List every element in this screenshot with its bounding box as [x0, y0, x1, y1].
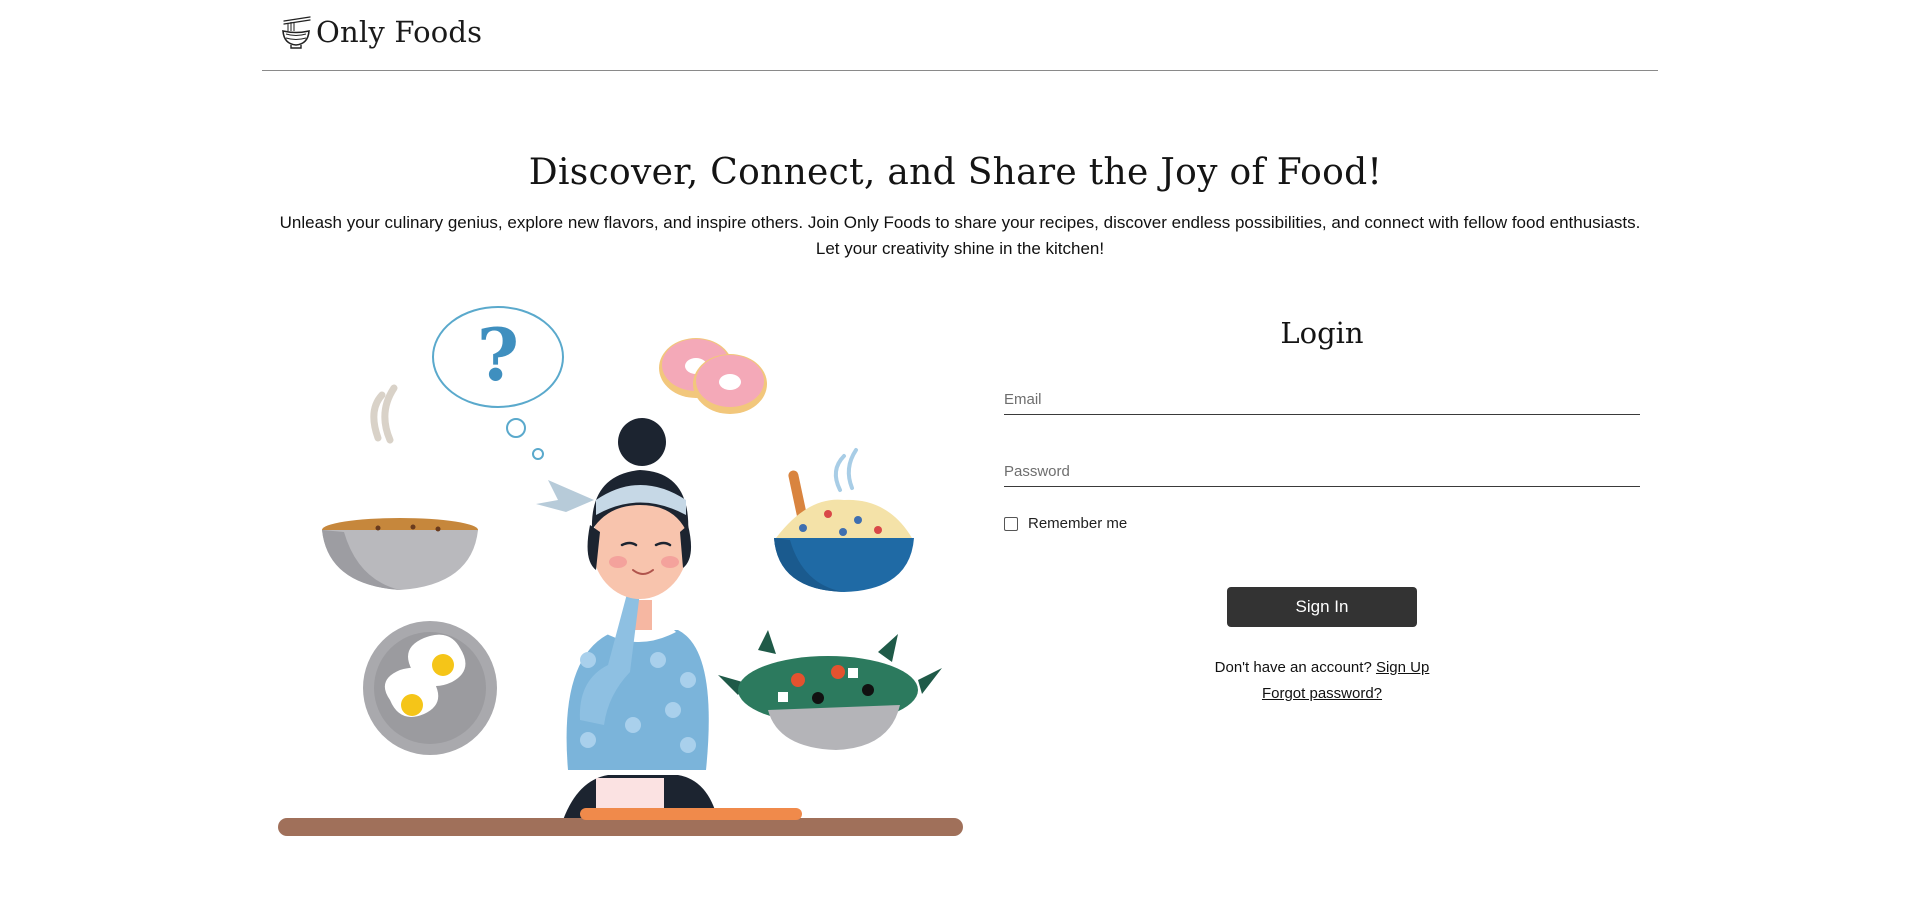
forgot-row: Forgot password? — [1004, 681, 1640, 707]
signin-button-wrap: Sign In — [1004, 587, 1640, 627]
forgot-password-link[interactable]: Forgot password? — [1262, 685, 1382, 702]
soup-bowl-icon — [322, 384, 478, 590]
rice-bowl-icon — [774, 448, 914, 592]
password-input[interactable] — [1004, 463, 1640, 480]
top-header: Only Foods — [262, 0, 1658, 71]
brand-name: Only Foods — [316, 15, 483, 49]
chef-illustration: ? — [278, 306, 963, 836]
signup-row: Don't have an account? Sign Up — [1004, 655, 1640, 681]
cutting-board-icon — [580, 808, 802, 820]
question-mark: ? — [477, 312, 519, 397]
hero-subtitle: Unleash your culinary genius, explore ne… — [270, 210, 1650, 262]
sign-up-link[interactable]: Sign Up — [1376, 659, 1429, 676]
noodle-bowl-icon — [282, 16, 311, 49]
password-field-container — [1004, 448, 1640, 487]
auth-links: Don't have an account? Sign Up Forgot pa… — [1004, 655, 1640, 707]
remember-me-checkbox[interactable] — [1004, 516, 1018, 531]
hero-subtitle-line2: Let your creativity shine in the kitchen… — [815, 239, 1105, 258]
page: Only Foods Discover, Connect, and Share … — [0, 0, 1911, 915]
email-field-container — [1004, 376, 1640, 415]
thought-bubble: ? — [432, 306, 564, 460]
hero-title: Discover, Connect, and Share the Joy of … — [528, 152, 1383, 193]
woman-character — [536, 418, 718, 820]
sign-in-button[interactable]: Sign In — [1227, 587, 1417, 627]
table-icon — [278, 818, 963, 836]
email-input[interactable] — [1004, 391, 1640, 408]
salad-bowl-icon — [718, 630, 942, 750]
brand-logo[interactable]: Only Foods — [280, 14, 482, 50]
login-title: Login — [1280, 316, 1364, 350]
donuts-icon — [659, 338, 767, 414]
no-account-text: Don't have an account? — [1214, 659, 1372, 676]
hero-subtitle-line1: Unleash your culinary genius, explore ne… — [279, 213, 1641, 232]
remember-me-row[interactable]: Remember me — [1004, 515, 1640, 532]
login-form: Login Remember me Sign In Don't have an … — [1004, 310, 1640, 707]
fried-eggs-plate-icon — [363, 621, 497, 755]
remember-me-label: Remember me — [1028, 515, 1128, 532]
